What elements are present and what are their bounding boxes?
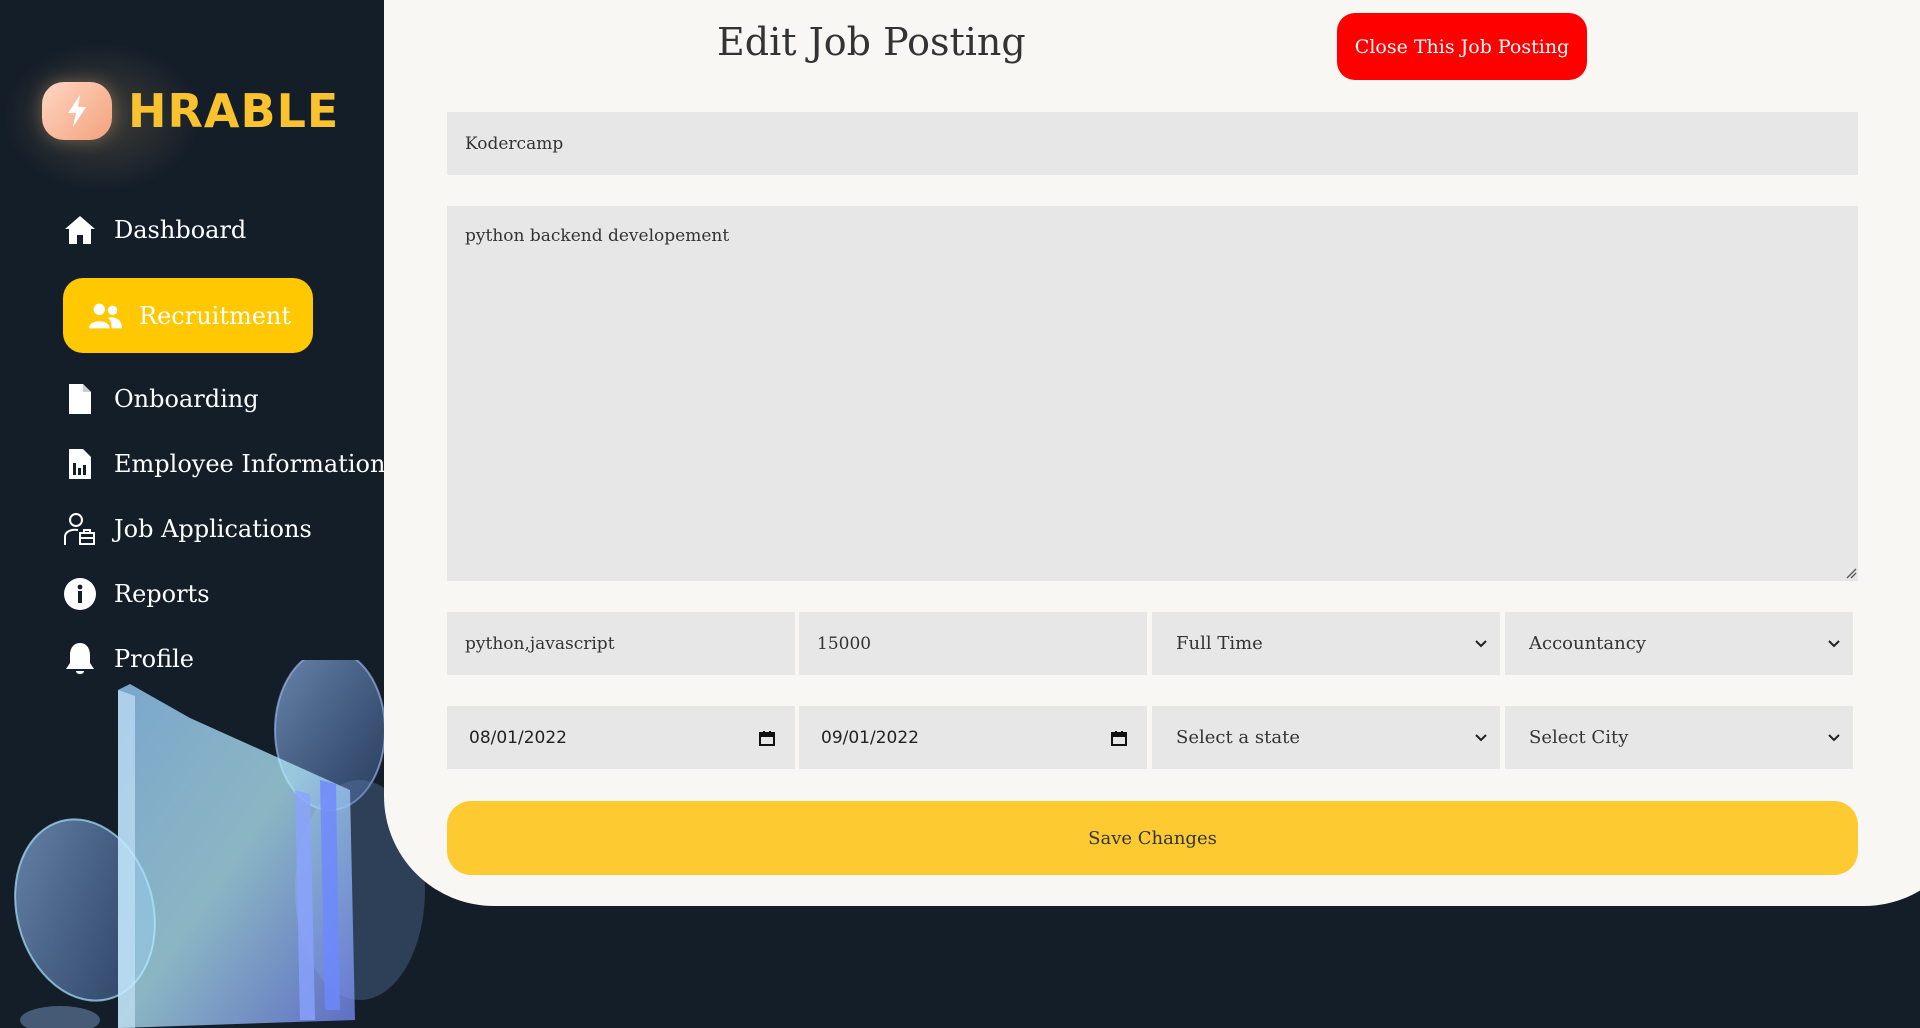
home-icon <box>62 212 98 248</box>
report-file-icon <box>62 446 98 482</box>
sidebar-item-job-applications[interactable]: Job Applications <box>62 511 312 547</box>
sidebar-item-label: Employee Information <box>114 450 386 478</box>
brand-logo[interactable]: HRABLE <box>2 42 340 192</box>
end-date-value: 09/01/2022 <box>821 727 919 748</box>
state-value: Select a state <box>1176 727 1300 748</box>
sidebar-item-recruitment[interactable]: Recruitment <box>63 278 313 353</box>
state-select[interactable]: Select a state <box>1152 706 1500 769</box>
sidebar: HRABLE Dashboard Recruitment Onboarding <box>0 0 425 1028</box>
start-date-input[interactable]: 08/01/2022 <box>447 706 795 769</box>
sidebar-item-label: Job Applications <box>114 515 312 543</box>
chevron-down-icon <box>1475 733 1487 741</box>
category-select[interactable]: Accountancy <box>1505 612 1853 675</box>
start-date-value: 08/01/2022 <box>469 727 567 748</box>
users-icon <box>87 298 123 334</box>
sidebar-item-label: Onboarding <box>114 385 259 413</box>
close-job-posting-button[interactable]: Close This Job Posting <box>1337 13 1587 80</box>
sidebar-item-label: Recruitment <box>139 301 292 330</box>
skills-input[interactable] <box>447 612 795 675</box>
page: HRABLE Dashboard Recruitment Onboarding <box>0 0 1920 1028</box>
lightning-bolt-icon <box>42 82 112 140</box>
chevron-down-icon <box>1828 733 1840 741</box>
company-input[interactable] <box>447 112 1858 175</box>
page-title: Edit Job Posting <box>717 20 1026 64</box>
sidebar-item-onboarding[interactable]: Onboarding <box>62 381 259 417</box>
resize-grip-icon[interactable] <box>1845 567 1857 579</box>
glass-illustration <box>14 660 425 1028</box>
sidebar-item-dashboard[interactable]: Dashboard <box>62 212 246 248</box>
end-date-input[interactable]: 09/01/2022 <box>799 706 1147 769</box>
file-icon <box>62 381 98 417</box>
info-icon <box>62 576 98 612</box>
calendar-icon[interactable] <box>1111 730 1127 746</box>
job-type-select[interactable]: Full Time <box>1152 612 1500 675</box>
description-textarea[interactable]: python backend developement <box>447 206 1858 581</box>
sidebar-item-label: Dashboard <box>114 216 247 244</box>
city-value: Select City <box>1529 727 1629 748</box>
sidebar-item-employee-information[interactable]: Employee Information <box>62 446 385 482</box>
salary-input[interactable] <box>799 612 1147 675</box>
user-briefcase-icon <box>62 511 98 547</box>
job-type-value: Full Time <box>1176 633 1263 654</box>
sidebar-item-label: Reports <box>114 580 210 608</box>
brand-name: HRABLE <box>128 84 340 138</box>
city-select[interactable]: Select City <box>1505 706 1853 769</box>
calendar-icon[interactable] <box>759 730 775 746</box>
category-value: Accountancy <box>1529 633 1646 654</box>
chevron-down-icon <box>1475 639 1487 647</box>
save-changes-button[interactable]: Save Changes <box>447 801 1858 875</box>
sidebar-item-reports[interactable]: Reports <box>62 576 210 612</box>
chevron-down-icon <box>1828 639 1840 647</box>
